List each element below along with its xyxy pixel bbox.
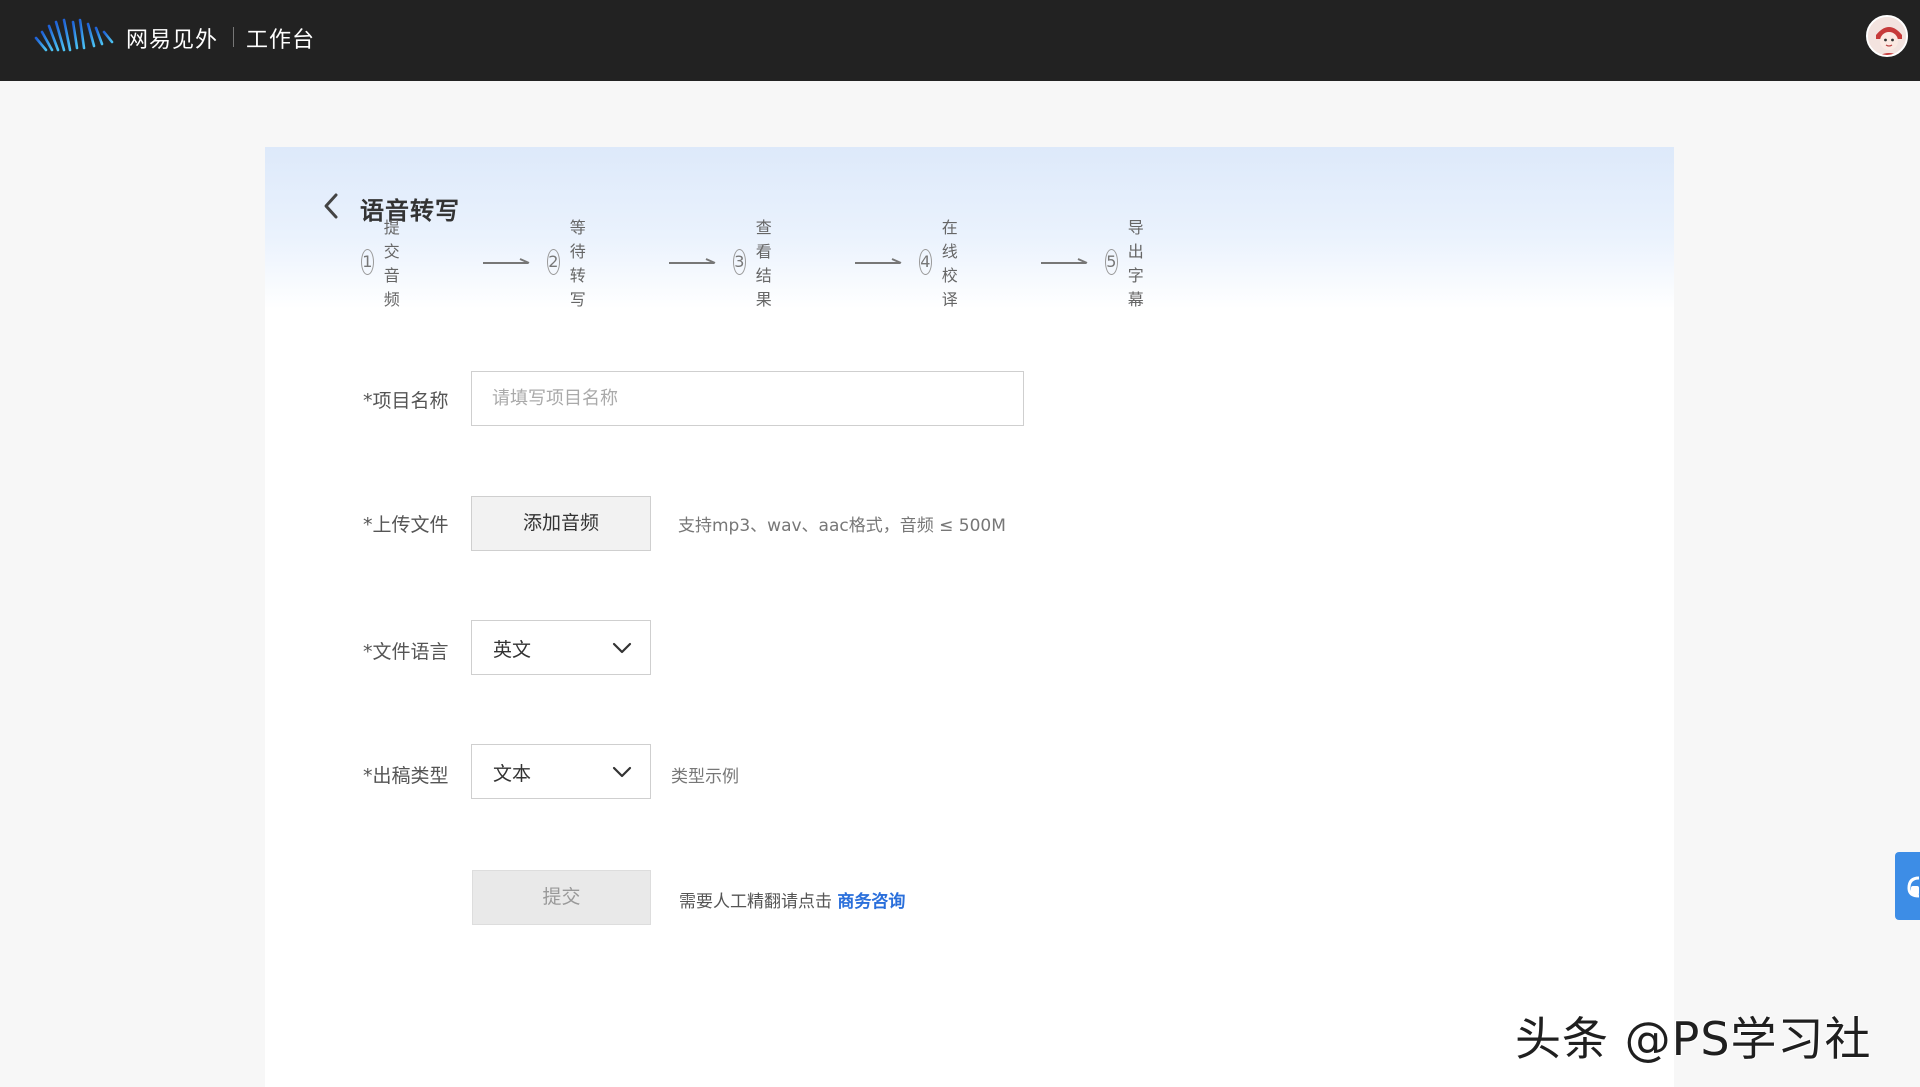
chevron-left-icon[interactable] [321, 191, 341, 221]
step-number: 2 [547, 249, 560, 275]
step-label: 查看结果 [755, 218, 773, 309]
step-waiting: 2 等待转写 [547, 218, 600, 309]
step-label: 导出字幕 [1127, 218, 1145, 309]
file-language-label: *文件语言 [363, 641, 449, 663]
type-example-link[interactable]: 类型示例 [671, 762, 739, 787]
project-name-label: *项目名称 [363, 390, 449, 412]
watermark-text: 头条 @PS学习社 [1515, 1012, 1872, 1066]
waveform-logo-icon[interactable] [34, 18, 116, 52]
step-number: 3 [733, 249, 746, 275]
step-number: 4 [919, 249, 932, 275]
add-audio-button[interactable]: 添加音频 [471, 496, 651, 551]
manual-translation-note: 需要人工精翻请点击 商务咨询 [679, 887, 905, 912]
upload-format-hint: 支持mp3、wav、aac格式，音频 ≤ 500M [678, 516, 1006, 536]
step-label: 等待转写 [569, 218, 587, 309]
step-export-subtitles: 5 导出字幕 [1105, 218, 1158, 309]
step-label: 在线校译 [941, 218, 959, 309]
step-number: 5 [1105, 249, 1118, 275]
step-view-results: 3 查看结果 [733, 218, 786, 309]
transcription-panel: 语音转写 1 提交音频 2 等待转写 3 查看结果 4 在线校译 5 导出字幕 … [265, 147, 1674, 1087]
manual-translation-text: 需要人工精翻请点击 [679, 892, 832, 912]
upload-file-label: *上传文件 [363, 514, 449, 536]
headset-icon [1907, 876, 1920, 898]
step-submit-audio: 1 提交音频 [361, 218, 414, 309]
top-navigation-bar: 网易见外 工作台 [0, 0, 1920, 81]
step-label: 提交音频 [383, 218, 401, 309]
arrow-right-icon [483, 258, 530, 264]
arrow-right-icon [1041, 258, 1088, 264]
project-name-input[interactable] [471, 371, 1024, 426]
chevron-down-icon [612, 766, 632, 778]
language-select[interactable]: 英文 [471, 620, 651, 675]
language-selected-value: 英文 [493, 639, 532, 661]
output-type-select[interactable]: 文本 [471, 744, 651, 799]
output-type-label: *出稿类型 [363, 765, 449, 787]
brand-name: 网易见外 [126, 28, 219, 53]
step-number: 1 [361, 249, 374, 275]
workspace-label[interactable]: 工作台 [246, 22, 315, 54]
business-consult-link[interactable]: 商务咨询 [837, 892, 905, 912]
arrow-right-icon [669, 258, 716, 264]
user-avatar-icon[interactable] [1866, 15, 1908, 57]
brand-divider [233, 27, 234, 47]
arrow-right-icon [855, 258, 902, 264]
submit-button[interactable]: 提交 [472, 870, 651, 925]
step-online-proofread: 4 在线校译 [919, 218, 972, 309]
output-type-selected-value: 文本 [493, 763, 532, 785]
floating-support-tab[interactable] [1895, 852, 1920, 920]
chevron-down-icon [612, 642, 632, 654]
